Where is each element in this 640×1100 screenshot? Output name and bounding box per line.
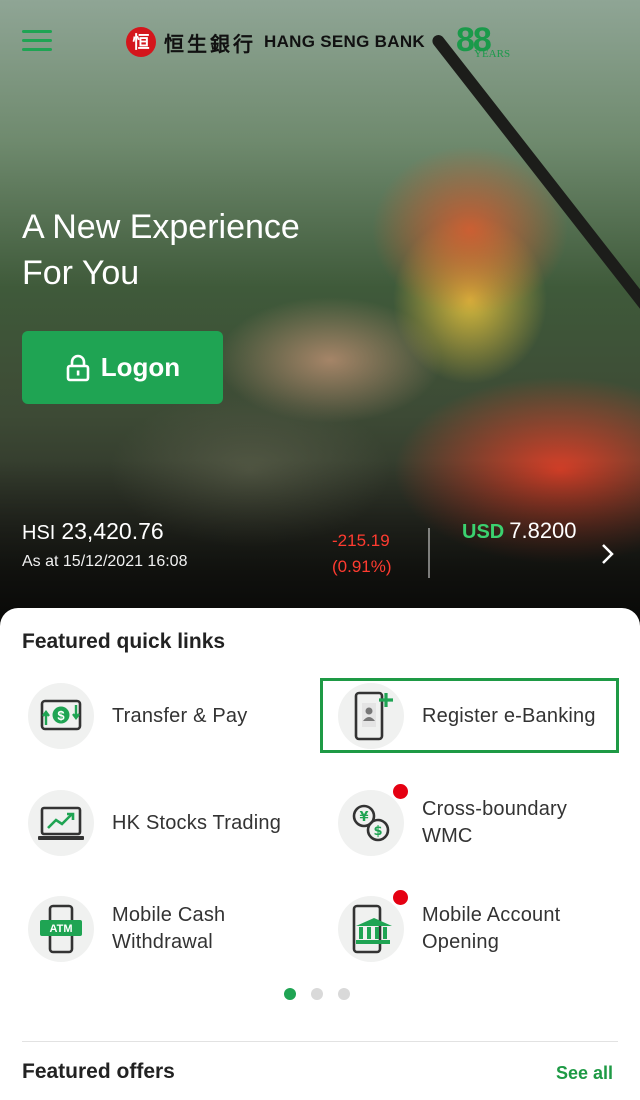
fx-currency: USD bbox=[462, 521, 505, 543]
see-all-link[interactable]: See all bbox=[556, 1063, 613, 1084]
ticker-divider bbox=[428, 528, 430, 578]
notification-dot bbox=[393, 784, 408, 799]
logon-label: Logon bbox=[100, 352, 181, 382]
quick-link-mobile-cash-withdrawal[interactable]: ATM Mobile Cash Withdrawal bbox=[28, 896, 225, 962]
logon-button[interactable]: Logon bbox=[22, 331, 223, 404]
quick-link-label: Mobile Cash Withdrawal bbox=[112, 902, 225, 956]
hang-seng-emblem-icon: 恒 bbox=[126, 27, 156, 57]
anniversary-label: YEARS bbox=[474, 48, 511, 60]
register-ebanking-highlight bbox=[320, 678, 619, 753]
hsi-ticker: HSI 23,420.76 As at 15/12/2021 16:08 bbox=[22, 518, 187, 571]
index-timestamp: As at 15/12/2021 16:08 bbox=[22, 553, 188, 570]
quick-link-label: Cross-boundary WMC bbox=[422, 796, 567, 850]
quick-link-label: Mobile Account Opening bbox=[422, 902, 560, 956]
quick-links-title: Featured quick links bbox=[22, 630, 226, 653]
quick-link-cross-boundary-wmc[interactable]: ¥ $ Cross-boundary WMC bbox=[338, 784, 567, 856]
svg-text:$: $ bbox=[57, 708, 65, 723]
quick-link-label-line2: WMC bbox=[422, 825, 473, 847]
featured-offers-title: Featured offers bbox=[22, 1060, 175, 1083]
quick-link-label: Transfer & Pay bbox=[112, 704, 248, 727]
notification-dot bbox=[393, 890, 408, 905]
quick-link-label: HK Stocks Trading bbox=[112, 811, 282, 834]
quick-link-label-line1: Mobile Cash bbox=[112, 904, 226, 926]
lock-icon bbox=[66, 354, 90, 381]
svg-text:¥: ¥ bbox=[359, 810, 368, 825]
index-value: 23,420.76 bbox=[61, 518, 164, 544]
atm-phone-icon: ATM bbox=[28, 896, 94, 962]
brand-name-english: HANG SENG BANK bbox=[264, 32, 425, 51]
index-change: -215.19 (0.91%) bbox=[332, 528, 392, 580]
hamburger-menu-icon[interactable] bbox=[22, 30, 52, 54]
hero-photo-paddle bbox=[430, 32, 640, 371]
fx-rate: USD 7.8200 bbox=[462, 518, 577, 544]
quick-link-label-line1: Mobile Account bbox=[422, 904, 561, 926]
pager-dot-1[interactable] bbox=[284, 988, 296, 1000]
hero-title-line1: A New Experience bbox=[22, 208, 300, 246]
index-change-value: -215.19 bbox=[332, 531, 390, 550]
anniversary-badge: 88 YEARS bbox=[456, 22, 516, 62]
svg-text:$: $ bbox=[373, 824, 382, 839]
quick-link-mobile-account-opening[interactable]: Mobile Account Opening bbox=[338, 890, 560, 962]
quick-links-pager bbox=[284, 988, 365, 1000]
bank-phone-icon bbox=[338, 890, 408, 962]
quick-link-label-line2: Withdrawal bbox=[112, 931, 213, 953]
pager-dot-3[interactable] bbox=[338, 988, 350, 1000]
fx-rate-value: 7.8200 bbox=[509, 518, 577, 543]
hang-seng-brand-logo: 恒 恒生銀行 HANG SENG BANK bbox=[126, 26, 425, 58]
stock-chart-laptop-icon bbox=[28, 790, 94, 856]
section-divider bbox=[22, 1041, 618, 1042]
index-name: HSI bbox=[22, 522, 56, 544]
quick-link-label-line2: Opening bbox=[422, 931, 500, 953]
hero-title-line2: For You bbox=[22, 254, 140, 292]
currency-exchange-icon: ¥ $ bbox=[338, 784, 408, 856]
pager-dot-2[interactable] bbox=[311, 988, 323, 1000]
hero-title: A New Experience For You bbox=[22, 204, 342, 296]
transfer-money-icon: $ bbox=[28, 683, 94, 749]
index-change-percent: (0.91%) bbox=[332, 557, 392, 576]
svg-text:ATM: ATM bbox=[49, 923, 72, 935]
quick-link-transfer-pay[interactable]: $ Transfer & Pay bbox=[28, 683, 247, 749]
quick-link-hk-stocks[interactable]: HK Stocks Trading bbox=[28, 790, 281, 856]
chevron-right-icon[interactable] bbox=[598, 540, 618, 568]
brand-name-chinese: 恒生銀行 bbox=[164, 31, 256, 56]
quick-link-label-line1: Cross-boundary bbox=[422, 798, 568, 820]
